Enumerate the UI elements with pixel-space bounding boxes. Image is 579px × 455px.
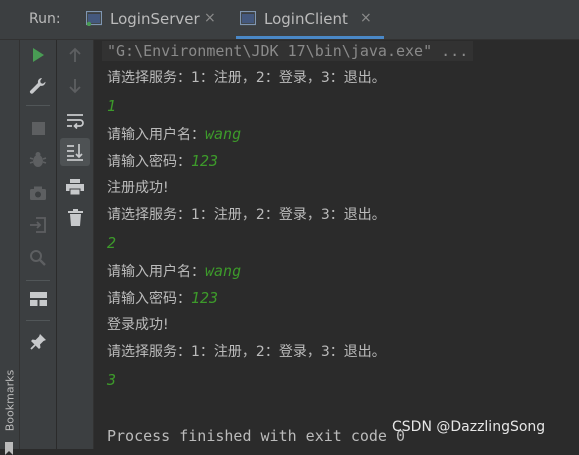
trash-icon — [67, 208, 83, 226]
process-finished-line: Process finished with exit code 0 — [107, 427, 406, 445]
print-icon — [66, 179, 84, 195]
console-user-input: 123 — [191, 289, 219, 307]
tab-login-server[interactable]: LoginServer × — [82, 0, 230, 39]
previous-occurrence-button[interactable] — [62, 42, 88, 68]
close-icon[interactable]: × — [204, 10, 216, 26]
console-output-line: 注册成功! — [107, 180, 169, 196]
soft-wrap-icon — [67, 114, 84, 129]
modify-run-config-button[interactable] — [25, 73, 51, 99]
debug-button[interactable] — [25, 147, 51, 173]
exit-login-icon — [30, 217, 46, 233]
layout-button[interactable] — [25, 286, 51, 312]
clear-all-button[interactable] — [62, 204, 88, 230]
console-user-input: 123 — [191, 152, 219, 170]
rerun-button[interactable] — [25, 42, 51, 68]
run-toolbar-primary — [20, 40, 56, 449]
tab-login-client[interactable]: LoginClient × — [236, 0, 384, 39]
bookmarks-tool-window-button[interactable]: Bookmarks — [4, 369, 17, 433]
up-arrow-icon — [69, 47, 81, 62]
console-prompt-line: 请输入用户名：wang — [107, 261, 241, 282]
console-user-input: 2 — [107, 234, 117, 252]
tab-title: LoginClient — [264, 10, 348, 28]
console-output[interactable]: "G:\Environment\JDK 17\bin\java.exe" ...… — [94, 40, 579, 449]
bookmarks-strip: Bookmarks — [0, 40, 20, 455]
run-toolbar-secondary — [57, 40, 94, 449]
dump-threads-button[interactable] — [25, 180, 51, 206]
command-line: "G:\Environment\JDK 17\bin\java.exe" ... — [102, 41, 474, 61]
pin-icon — [29, 333, 46, 350]
pin-tab-button[interactable] — [25, 328, 51, 354]
console-window-icon — [86, 11, 102, 26]
console-prompt-line: 请输入用户名：wang — [107, 124, 241, 145]
watermark: CSDN @DazzlingSong — [392, 419, 546, 435]
console-prompt-line: 请输入密码：123 — [107, 151, 218, 172]
layout-icon — [29, 292, 47, 306]
console-prompt-line: 请输入密码：123 — [107, 288, 218, 309]
prompt-text: 请输入用户名： — [107, 264, 205, 280]
down-arrow-icon — [69, 79, 81, 94]
debug-bug-icon — [29, 152, 47, 167]
print-button[interactable] — [62, 174, 88, 200]
run-label: Run: — [29, 11, 61, 27]
scroll-to-end-button[interactable] — [60, 138, 90, 166]
next-occurrence-button[interactable] — [62, 73, 88, 99]
tab-title: LoginServer — [110, 10, 200, 28]
console-window-icon — [240, 11, 256, 26]
run-toolbar: Run: LoginServer × LoginClient × — [0, 0, 579, 40]
soft-wrap-button[interactable] — [62, 108, 88, 134]
prompt-text: 请输入密码： — [107, 291, 191, 307]
console-output-line: 登录成功! — [107, 317, 169, 333]
stop-button[interactable] — [25, 115, 51, 141]
analyze-button[interactable] — [25, 245, 51, 271]
prompt-text: 请输入用户名： — [107, 127, 205, 143]
exit-button[interactable] — [25, 212, 51, 238]
console-user-input: wang — [205, 125, 242, 143]
search-gear-icon — [30, 250, 46, 266]
console-user-input: wang — [205, 262, 242, 280]
console-user-input: 3 — [107, 371, 117, 389]
console-output-line: 请选择服务：1：注册，2：登录，3：退出。 — [107, 207, 386, 223]
run-icon — [33, 48, 44, 62]
wrench-icon — [29, 77, 46, 94]
camera-snapshot-icon — [30, 186, 46, 200]
prompt-text: 请输入密码： — [107, 154, 191, 170]
stop-icon — [31, 121, 45, 135]
console-output-line: 请选择服务：1：注册，2：登录，3：退出。 — [107, 70, 386, 86]
scroll-to-end-icon — [67, 144, 83, 161]
console-user-input: 1 — [107, 97, 117, 115]
console-output-line: 请选择服务：1：注册，2：登录，3：退出。 — [107, 344, 386, 360]
close-icon[interactable]: × — [360, 10, 372, 26]
